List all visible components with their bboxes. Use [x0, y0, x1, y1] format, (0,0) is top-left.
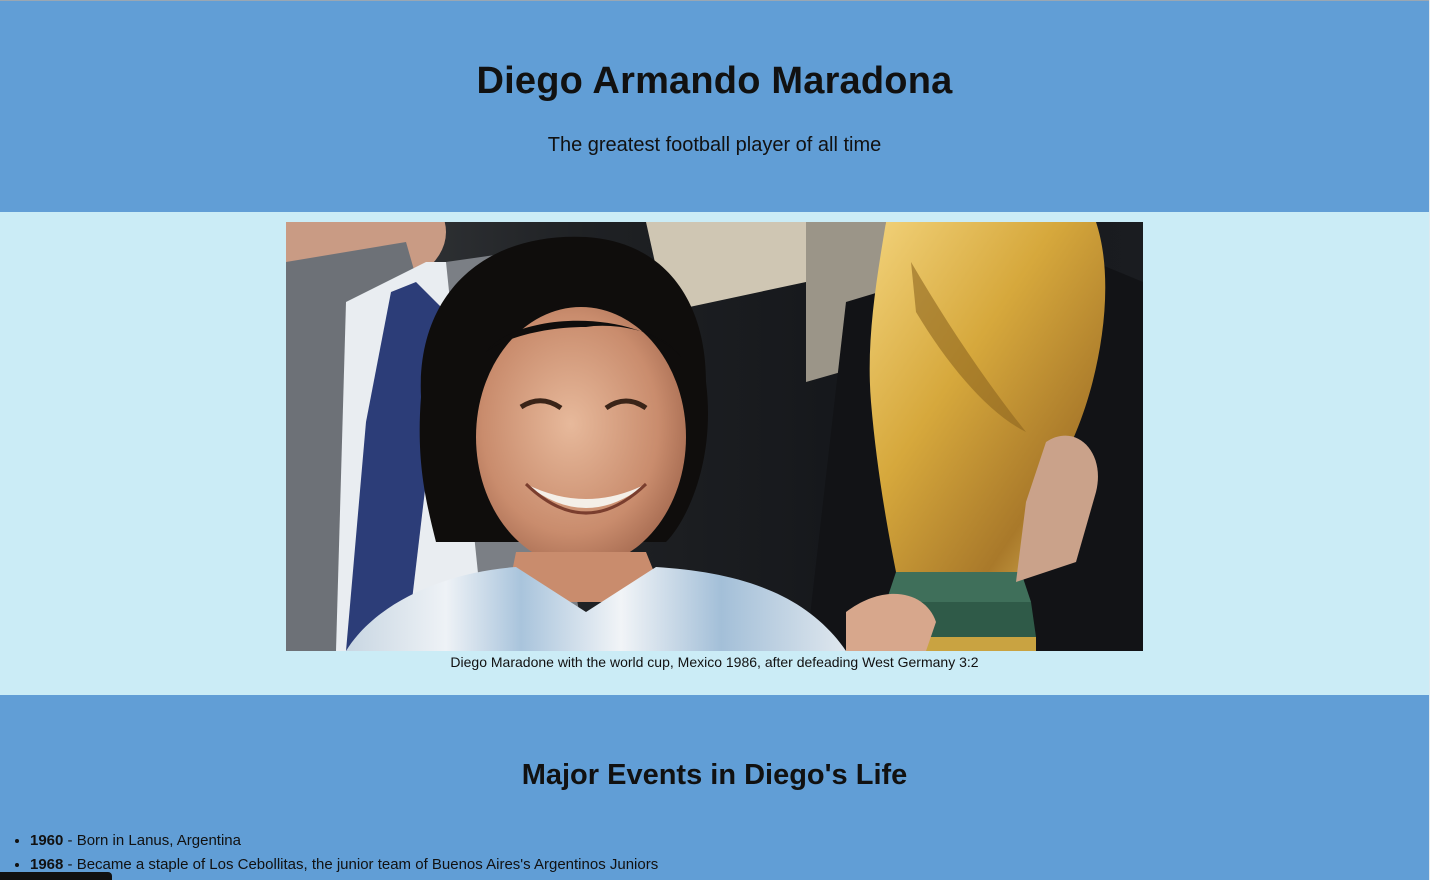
timeline-list: 1960 - Born in Lanus, Argentina 1968 - B… — [0, 829, 658, 877]
photo-caption: Diego Maradone with the world cup, Mexic… — [450, 654, 979, 670]
header-section: Diego Armando Maradona The greatest foot… — [0, 1, 1429, 212]
timeline-item: 1960 - Born in Lanus, Argentina — [30, 829, 658, 853]
bottom-overlay-tab[interactable] — [0, 872, 112, 880]
timeline-year: 1968 — [30, 856, 64, 873]
tribute-page: Diego Armando Maradona The greatest foot… — [0, 0, 1430, 880]
page-title: Diego Armando Maradona — [476, 60, 953, 102]
timeline-heading: Major Events in Diego's Life — [521, 759, 908, 791]
image-section: Diego Maradone with the world cup, Mexic… — [0, 212, 1429, 695]
timeline-text: - Born in Lanus, Argentina — [63, 832, 241, 849]
timeline-year: 1960 — [30, 832, 64, 849]
timeline-item: 1968 - Became a staple of Los Cebollitas… — [30, 853, 658, 877]
page-tagline: The greatest football player of all time — [547, 134, 882, 156]
timeline-section: Major Events in Diego's Life 1960 - Born… — [0, 695, 1429, 880]
timeline-text: - Became a staple of Los Cebollitas, the… — [63, 856, 659, 873]
maradona-world-cup-photo — [286, 222, 1143, 651]
